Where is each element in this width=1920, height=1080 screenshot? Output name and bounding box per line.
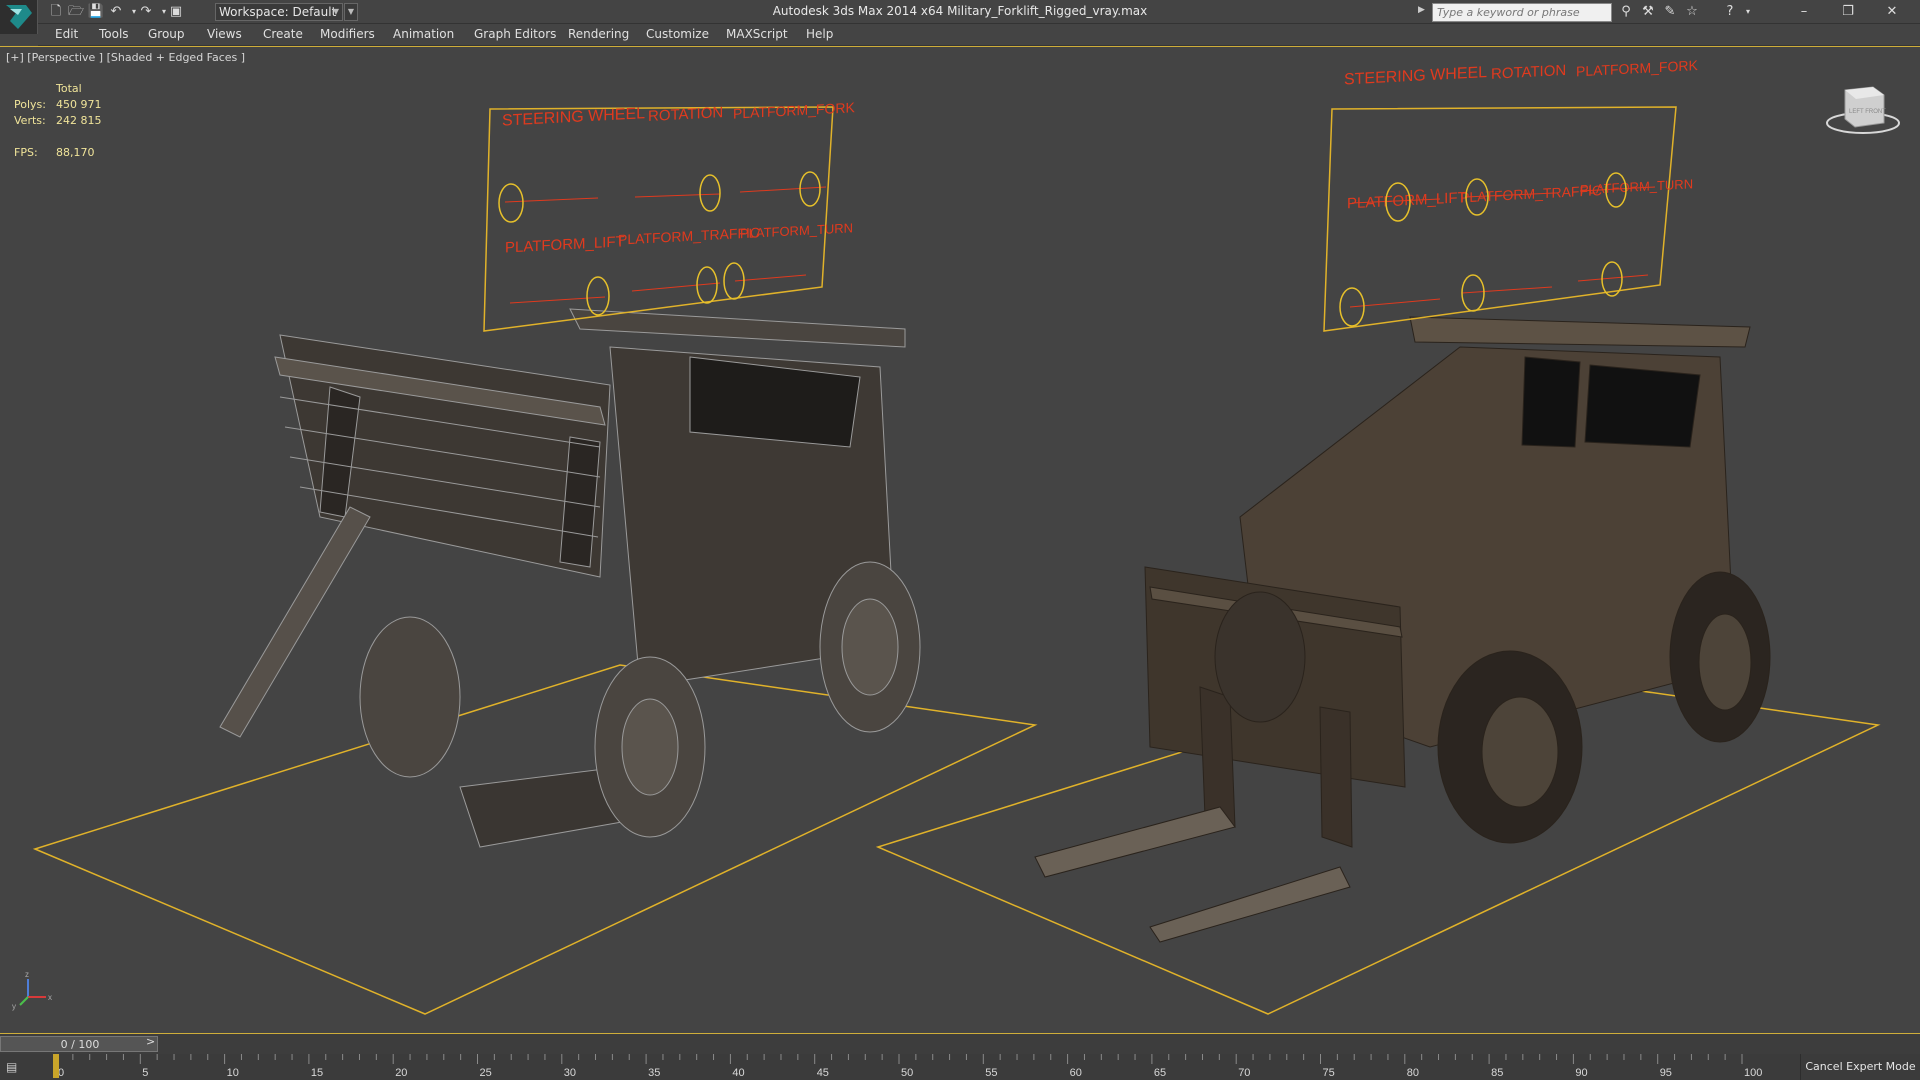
menu-create[interactable]: Create — [263, 27, 303, 41]
frame-tick-label: 40 — [732, 1067, 744, 1079]
cancel-expert-mode-button[interactable]: Cancel Expert Mode — [1800, 1054, 1920, 1080]
menu-edit[interactable]: Edit — [55, 27, 78, 41]
frame-tick-label: 60 — [1070, 1067, 1082, 1079]
menu-help[interactable]: Help — [806, 27, 833, 41]
search-input[interactable]: Type a keyword or phrase — [1432, 3, 1612, 22]
frame-tick-label: 35 — [648, 1067, 660, 1079]
binoculars-icon[interactable]: ⚲ — [1616, 3, 1636, 21]
menu-bar: Edit Tools Group Views Create Modifiers … — [38, 24, 1920, 46]
menu-maxscript[interactable]: MAXScript — [726, 27, 788, 41]
frame-tick-label: 70 — [1238, 1067, 1250, 1079]
track-bar[interactable]: ▤ 0 5 10 15 20 25 30 35 40 45 50 55 60 65 70 75 80 85 90 95… — [0, 1054, 1920, 1080]
rig-control-rotation[interactable] — [699, 174, 721, 212]
time-next-button[interactable]: > — [146, 1035, 155, 1048]
fps-label: FPS: — [14, 146, 38, 159]
frame-tick-label: 15 — [311, 1067, 323, 1079]
rig-label-platform-fork: PLATFORM_FORK — [733, 99, 855, 121]
frame-ruler[interactable]: 0 5 10 15 20 25 30 35 40 45 50 55 60 65 70 75 80 85 90 95 10… — [0, 1054, 1800, 1080]
menu-animation[interactable]: Animation — [393, 27, 454, 41]
frame-tick-label: 20 — [395, 1067, 407, 1079]
viewcube-face-label: LEFT FRONT — [1849, 109, 1886, 115]
star-icon[interactable]: ☆ — [1682, 3, 1702, 21]
scene-statistics: Total Polys: 450 971 Verts: 242 815 FPS: 88… — [14, 81, 102, 161]
current-frame-indicator[interactable] — [53, 1054, 59, 1078]
tools-icon[interactable]: ⚒ — [1638, 3, 1658, 21]
frame-tick-label: 10 — [227, 1067, 239, 1079]
forklift-shaded-model[interactable] — [1034, 316, 1771, 943]
time-slider[interactable]: 0 / 100 — [0, 1036, 158, 1052]
rig-label-platform-lift: PLATFORM_LIFT — [505, 233, 625, 256]
restore-button[interactable]: ❐ — [1826, 0, 1870, 24]
scene-canvas[interactable]: STEERING WHEEL ROTATION PLATFORM_FORK PL… — [0, 47, 1920, 1034]
rig-control-platform-lift[interactable] — [586, 276, 610, 316]
rig-label-rotation: ROTATION — [648, 104, 723, 125]
help-dropdown-icon[interactable]: ▾ — [1738, 3, 1758, 21]
search-expand-icon[interactable]: ▶ — [1418, 5, 1430, 19]
menu-group[interactable]: Group — [148, 27, 185, 41]
menu-customize[interactable]: Customize — [646, 27, 709, 41]
axis-label-x: x — [48, 993, 52, 1002]
axis-label-z: z — [25, 970, 29, 979]
rig-label-platform-fork-right: PLATFORM_FORK — [1576, 57, 1698, 79]
stats-header: Total — [56, 82, 82, 95]
menu-tools[interactable]: Tools — [99, 27, 129, 41]
verts-value: 242 815 — [56, 114, 102, 127]
polys-label: Polys: — [14, 98, 46, 111]
rig-control-platform-fork[interactable] — [799, 171, 821, 207]
frame-tick-label: 100 — [1744, 1067, 1762, 1079]
frame-tick-label: 50 — [901, 1067, 913, 1079]
rig-label-steering-wheel-right: STEERING WHEEL — [1344, 64, 1487, 88]
frame-tick-label: 80 — [1407, 1067, 1419, 1079]
polys-value: 450 971 — [56, 98, 102, 111]
rig-control-platform-turn[interactable] — [723, 262, 745, 300]
menu-views[interactable]: Views — [207, 27, 242, 41]
perspective-viewport[interactable]: STEERING WHEEL ROTATION PLATFORM_FORK PL… — [0, 46, 1920, 1034]
axis-label-y: y — [12, 1002, 16, 1011]
viewport-label[interactable]: [+] [Perspective ] [Shaded + Edged Faces… — [6, 51, 245, 64]
frame-tick-label: 75 — [1323, 1067, 1335, 1079]
menu-modifiers[interactable]: Modifiers — [320, 27, 375, 41]
minimize-button[interactable]: – — [1782, 0, 1826, 24]
fps-value: 88,170 — [56, 146, 95, 159]
close-button[interactable]: ✕ — [1870, 0, 1914, 24]
frame-tick-label: 85 — [1491, 1067, 1503, 1079]
frame-tick-label: 45 — [817, 1067, 829, 1079]
axis-tripod-icon: z x y — [12, 970, 52, 1011]
frame-tick-label: 5 — [142, 1067, 148, 1079]
time-slider-label: 0 / 100 — [60, 1038, 100, 1051]
frame-tick-label: 25 — [480, 1067, 492, 1079]
help-icon[interactable]: ? — [1720, 3, 1740, 21]
frame-tick-label: 30 — [564, 1067, 576, 1079]
menu-rendering[interactable]: Rendering — [568, 27, 629, 41]
frame-tick-label: 65 — [1154, 1067, 1166, 1079]
title-bar: 🗋 🗁 💾 ↶ ▾ ↷ ▾ ▣ Workspace: Default ▼ ▼ A… — [0, 0, 1920, 34]
frame-tick-label: 90 — [1575, 1067, 1587, 1079]
rig-control-steering-wheel[interactable] — [498, 183, 524, 223]
rig-label-platform-traffic: PLATFORM_TRAFFIC — [618, 224, 760, 247]
menu-graph-editors[interactable]: Graph Editors — [474, 27, 556, 41]
forklift-wireframe-model[interactable] — [219, 308, 921, 848]
frame-tick-label: 95 — [1660, 1067, 1672, 1079]
frame-tick-label: 55 — [985, 1067, 997, 1079]
rig-panel-left[interactable]: STEERING WHEEL ROTATION PLATFORM_FORK PL… — [483, 99, 855, 332]
communication-icon[interactable]: ✎ — [1660, 3, 1680, 21]
rig-label-rotation-right: ROTATION — [1491, 62, 1566, 83]
verts-label: Verts: — [14, 114, 46, 127]
viewcube-icon[interactable]: LEFT FRONT — [1826, 86, 1900, 134]
rig-label-platform-turn-right: PLATFORM_TURN — [1580, 176, 1693, 197]
rig-panel-right[interactable]: STEERING WHEEL ROTATION PLATFORM_FORK PL… — [1323, 57, 1698, 332]
time-slider-bar: < 0 / 100 > — [0, 1034, 1920, 1054]
